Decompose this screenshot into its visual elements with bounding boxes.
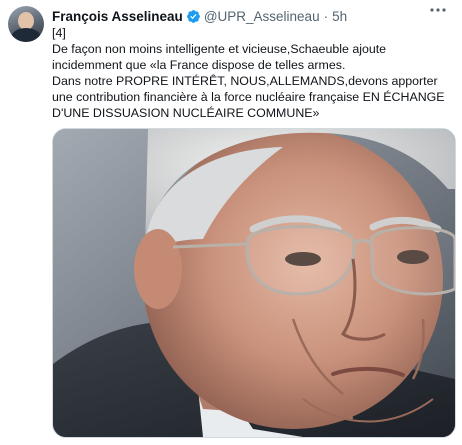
- author-avatar[interactable]: [8, 6, 44, 42]
- avatar-suit: [11, 28, 41, 42]
- tweet-time[interactable]: 5h: [332, 9, 347, 24]
- tweet-line-paragraph-2: Dans notre PROPRE INTÉRÊT, NOUS,ALLEMAND…: [52, 74, 445, 120]
- tweet-line-paragraph-1: De façon non moins intelligente et vicie…: [52, 42, 387, 72]
- author-name[interactable]: François Asselineau: [52, 9, 183, 24]
- more-dots-icon[interactable]: [428, 5, 448, 21]
- portrait-photo: [53, 129, 455, 437]
- separator-dot: ·: [323, 8, 329, 24]
- tweet[interactable]: François Asselineau @UPR_Asselineau · 5h…: [0, 0, 462, 445]
- author-handle[interactable]: @UPR_Asselineau: [204, 9, 320, 24]
- tweet-photo[interactable]: [52, 128, 456, 438]
- tweet-header: François Asselineau @UPR_Asselineau · 5h: [52, 7, 432, 25]
- verified-badge-icon: [186, 9, 201, 24]
- tweet-text: [4] De façon non moins intelligente et v…: [52, 25, 456, 121]
- tweet-line-index: [4]: [52, 26, 66, 40]
